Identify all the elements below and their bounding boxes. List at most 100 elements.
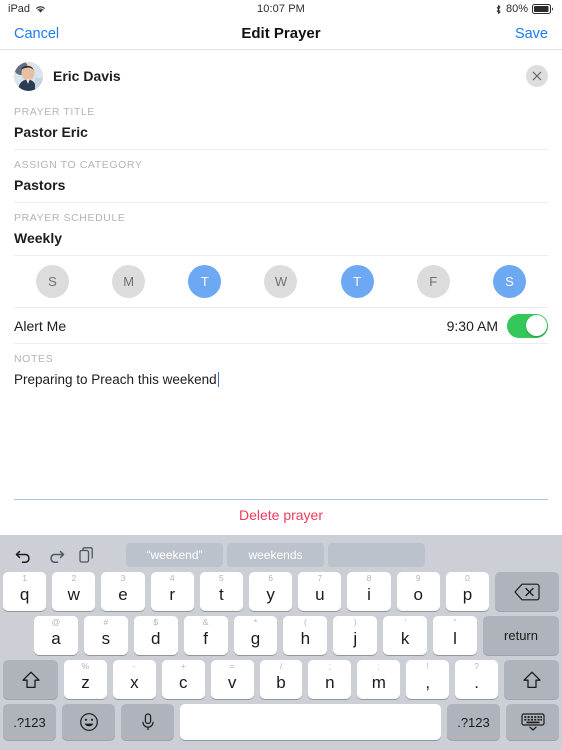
key-label: i bbox=[367, 585, 371, 604]
save-button[interactable]: Save bbox=[515, 26, 548, 42]
prayer-title-label: PRAYER TITLE bbox=[14, 106, 95, 118]
prayer-title-field[interactable]: PRAYER TITLE Pastor Eric bbox=[14, 97, 548, 150]
key-alt: $ bbox=[153, 617, 159, 627]
backspace-icon[interactable] bbox=[495, 572, 560, 611]
battery-icon bbox=[532, 4, 554, 14]
day-letter: T bbox=[200, 274, 209, 289]
key-period[interactable]: ?. bbox=[455, 660, 499, 699]
key-h[interactable]: (h bbox=[283, 616, 328, 655]
key-v[interactable]: = v bbox=[210, 660, 254, 699]
schedule-field[interactable]: PRAYER SCHEDULE Weekly bbox=[14, 203, 548, 256]
person-row: Eric Davis bbox=[14, 55, 548, 97]
numeric-keyboard-right-button[interactable]: .?123 bbox=[447, 704, 500, 740]
key-label: .?123 bbox=[457, 714, 490, 730]
key-f[interactable]: & f bbox=[183, 616, 228, 655]
close-icon[interactable] bbox=[526, 65, 548, 87]
key-q[interactable]: 1q bbox=[3, 572, 47, 611]
key-c[interactable]: + c bbox=[161, 660, 205, 699]
microphone-icon[interactable] bbox=[121, 704, 174, 740]
key-r[interactable]: 4r bbox=[150, 572, 194, 611]
key-e[interactable]: 3e bbox=[101, 572, 145, 611]
day-tuesday[interactable]: T bbox=[188, 265, 222, 298]
day-monday[interactable]: M bbox=[112, 265, 146, 298]
key-alt: - bbox=[132, 661, 136, 671]
key-a[interactable]: @ a bbox=[34, 616, 78, 655]
space-key[interactable] bbox=[180, 704, 441, 740]
return-key[interactable]: return bbox=[483, 616, 560, 655]
key-x[interactable]: -x bbox=[112, 660, 156, 699]
key-i[interactable]: 8i bbox=[347, 572, 391, 611]
undo-icon[interactable] bbox=[15, 547, 33, 563]
suggestion-2[interactable]: weekends bbox=[227, 543, 324, 567]
status-bar: iPad 10:07 PM 80% bbox=[0, 0, 562, 18]
key-p[interactable]: 0p bbox=[445, 572, 490, 611]
day-thursday[interactable]: T bbox=[340, 265, 374, 298]
shift-right-icon[interactable] bbox=[504, 660, 560, 699]
key-g[interactable]: * g bbox=[233, 616, 278, 655]
key-comma[interactable]: !, bbox=[406, 660, 450, 699]
key-label: l bbox=[453, 629, 457, 648]
key-t[interactable]: 5t bbox=[199, 572, 244, 611]
key-alt: 4 bbox=[169, 573, 175, 583]
key-j[interactable]: ) j bbox=[333, 616, 378, 655]
navigation-bar: Cancel Edit Prayer Save bbox=[0, 18, 562, 50]
day-friday[interactable]: F bbox=[416, 265, 450, 298]
day-sunday[interactable]: S bbox=[36, 265, 69, 298]
key-n[interactable]: ; n bbox=[308, 660, 352, 699]
prayer-title-value[interactable]: Pastor Eric bbox=[14, 124, 548, 149]
key-d[interactable]: $ d bbox=[133, 616, 178, 655]
keyboard-row-4: .?123 .?123 bbox=[3, 704, 559, 740]
keyboard-row-2: @ a # s $ d & f * g (h ) j ’ k ” l return bbox=[3, 616, 560, 655]
key-s[interactable]: # s bbox=[83, 616, 128, 655]
battery-percent-label: 80% bbox=[505, 3, 528, 15]
suggestion-1[interactable]: “weekend” bbox=[126, 543, 223, 567]
key-y[interactable]: 6y bbox=[249, 572, 293, 611]
cancel-button[interactable]: Cancel bbox=[14, 26, 59, 42]
key-l[interactable]: ” l bbox=[433, 616, 478, 655]
category-value[interactable]: Pastors bbox=[14, 177, 548, 202]
key-k[interactable]: ’ k bbox=[383, 616, 428, 655]
avatar-photo[interactable] bbox=[14, 61, 43, 91]
onscreen-keyboard: “weekend” weekends 1q 2w 3e 4r 5t 6y 7u … bbox=[0, 535, 562, 750]
schedule-value[interactable]: Weekly bbox=[14, 230, 548, 255]
key-alt: 7 bbox=[317, 573, 323, 583]
key-label: e bbox=[118, 585, 128, 604]
hide-keyboard-icon[interactable] bbox=[506, 704, 559, 740]
key-label: r bbox=[169, 585, 176, 604]
day-letter: M bbox=[123, 274, 135, 289]
notes-field[interactable]: NOTES Preparing to Preach this weekend bbox=[14, 344, 548, 389]
key-z[interactable]: % z bbox=[64, 660, 107, 699]
key-alt: ? bbox=[474, 661, 479, 671]
day-letter: S bbox=[48, 274, 57, 289]
key-alt: 6 bbox=[268, 573, 273, 583]
key-u[interactable]: 7u bbox=[298, 572, 342, 611]
delete-prayer-button[interactable]: Delete prayer bbox=[0, 507, 562, 523]
key-label: j bbox=[353, 629, 358, 648]
key-o[interactable]: 9o bbox=[396, 572, 440, 611]
redo-icon[interactable] bbox=[47, 547, 65, 563]
key-b[interactable]: / b bbox=[259, 660, 303, 699]
alert-time[interactable]: 9:30 AM bbox=[447, 318, 498, 334]
emoji-icon[interactable] bbox=[62, 704, 115, 740]
key-m[interactable]: :m bbox=[357, 660, 401, 699]
day-saturday[interactable]: S bbox=[492, 265, 526, 298]
day-letter: T bbox=[353, 274, 362, 289]
shift-icon[interactable] bbox=[3, 660, 58, 699]
key-label: z bbox=[81, 673, 90, 692]
day-wednesday[interactable]: W bbox=[264, 265, 298, 298]
key-label: g bbox=[250, 629, 261, 648]
key-label: . bbox=[474, 673, 479, 692]
category-field[interactable]: ASSIGN TO CATEGORY Pastors bbox=[14, 150, 548, 203]
notes-input[interactable]: Preparing to Preach this weekend bbox=[14, 371, 548, 389]
suggestion-3[interactable] bbox=[328, 543, 425, 567]
key-alt: 3 bbox=[120, 573, 126, 583]
alert-toggle[interactable] bbox=[507, 313, 548, 338]
key-w[interactable]: 2w bbox=[52, 572, 96, 611]
paste-icon[interactable] bbox=[79, 547, 94, 563]
key-alt: / bbox=[279, 661, 283, 671]
numeric-keyboard-left-button[interactable]: .?123 bbox=[3, 704, 56, 740]
key-alt: ; bbox=[328, 661, 332, 671]
key-alt: & bbox=[202, 617, 209, 627]
key-alt: 8 bbox=[366, 573, 372, 583]
keyboard-row-3: % z -x + c = v / b ; n :m !, ?. bbox=[3, 660, 560, 699]
